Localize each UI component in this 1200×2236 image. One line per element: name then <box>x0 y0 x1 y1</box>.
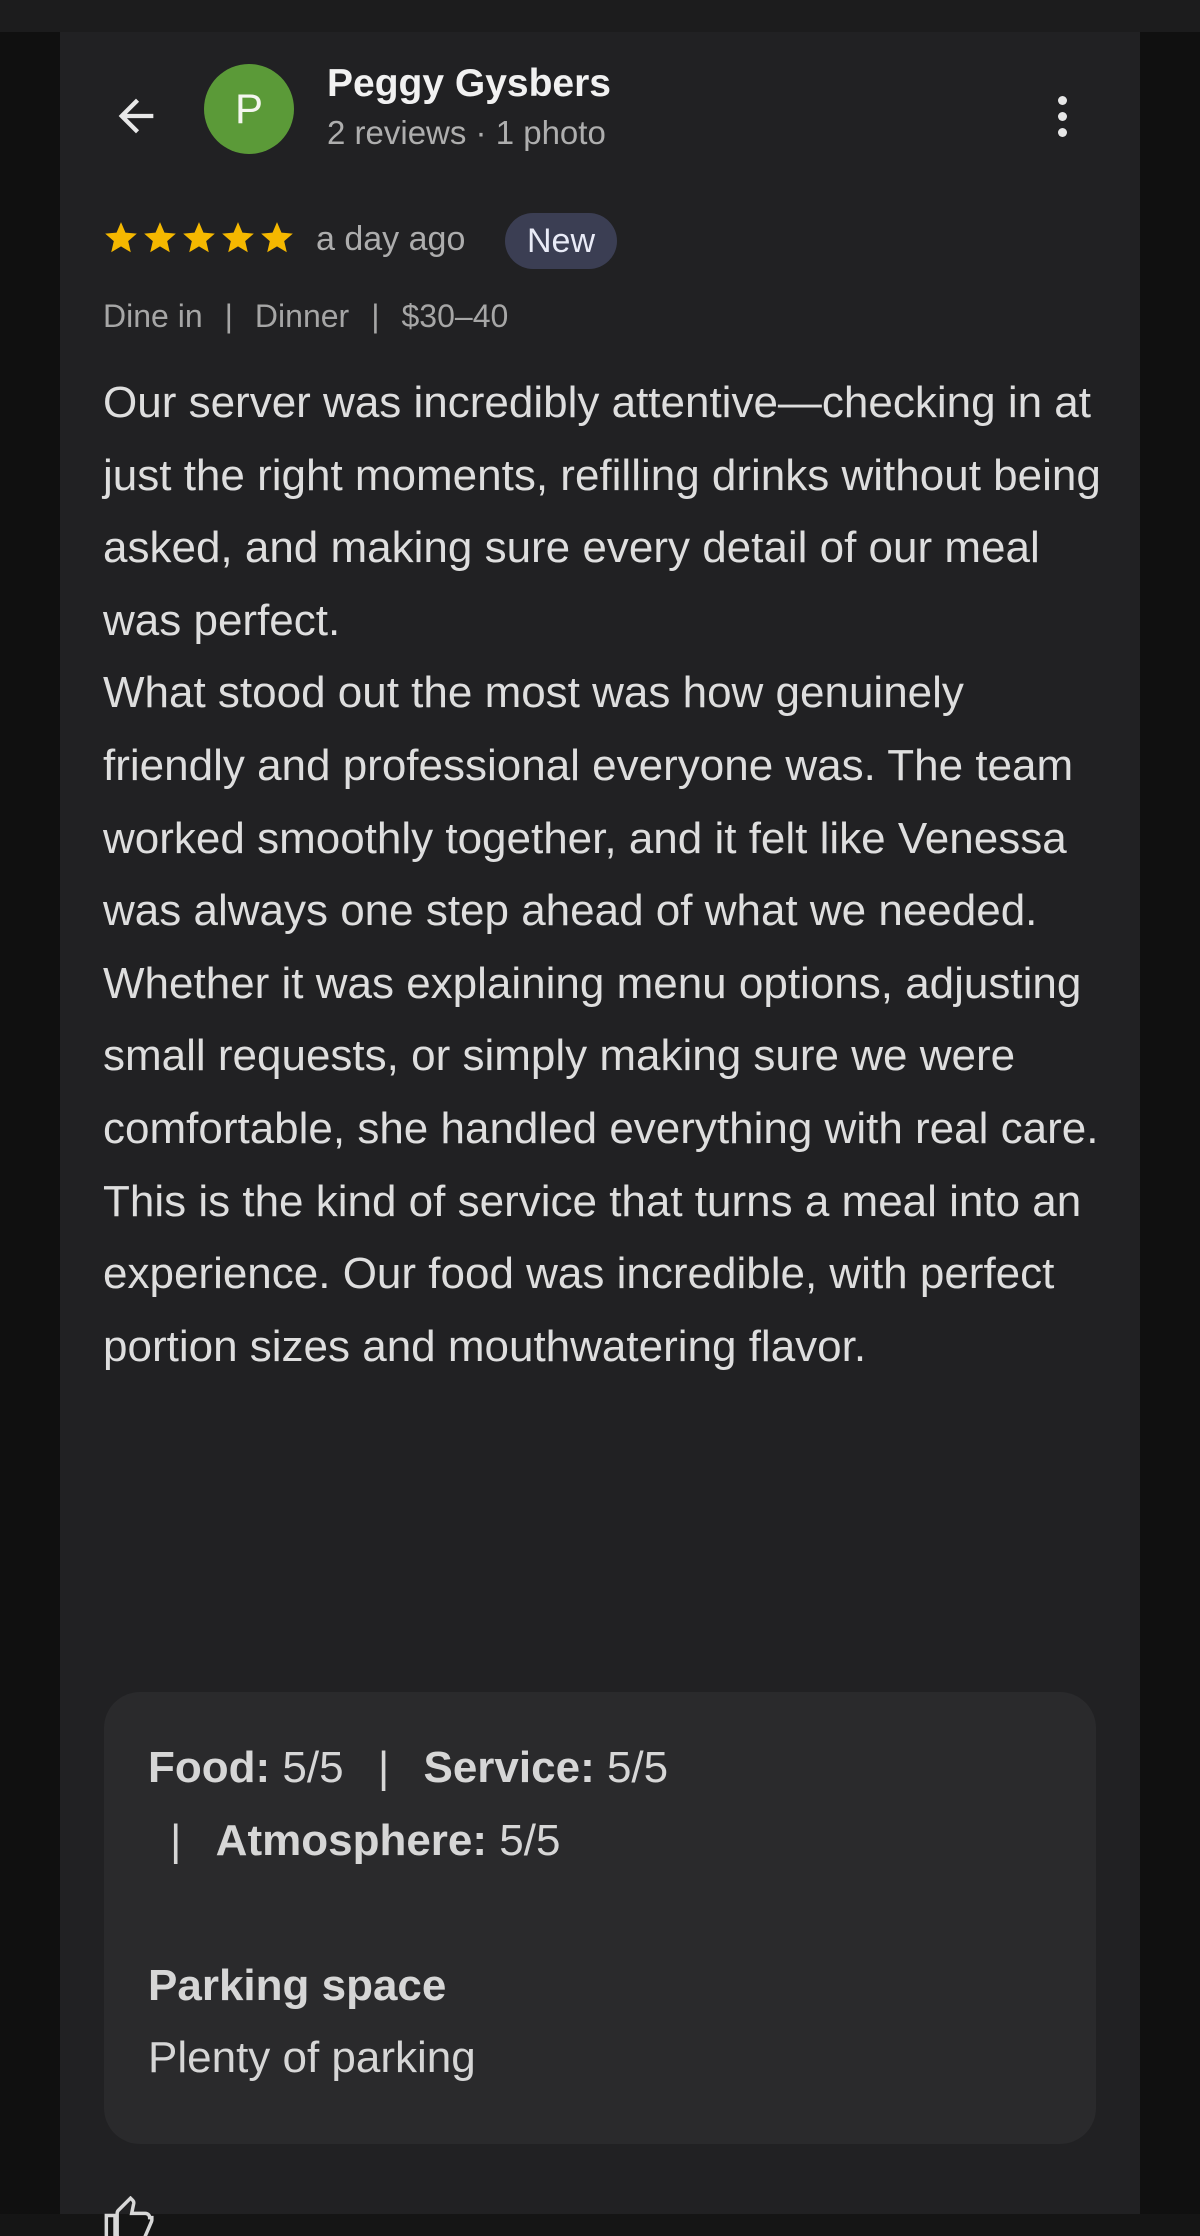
review-paragraph: Whether it was explaining menu options, … <box>103 958 1099 1153</box>
reviewer-meta: 2 reviews · 1 photo <box>327 114 606 151</box>
ratings-summary: Food: 5/5 | Service: 5/5 | Atmosphere: 5… <box>148 1732 688 1877</box>
tag-separator: | <box>224 298 233 334</box>
star-icon <box>183 222 215 253</box>
ratings-card: Food: 5/5 | Service: 5/5 | Atmosphere: 5… <box>104 1692 1096 2144</box>
arrow-left-icon <box>118 98 154 134</box>
tag-separator: | <box>371 298 380 334</box>
review-paragraph: This is the kind of service that turns a… <box>103 1176 1082 1371</box>
avatar-letter: P <box>234 85 263 132</box>
ratings-separator: | <box>377 1743 390 1792</box>
new-badge: New <box>505 213 618 269</box>
review-time: a day ago <box>316 220 466 258</box>
more-vert-icon-dot-3 <box>1057 127 1067 137</box>
status-bar-strip <box>0 0 1200 32</box>
tag-price: $30–40 <box>401 298 509 334</box>
back-button[interactable] <box>104 84 168 148</box>
review-paragraph: What stood out the most was how genuinel… <box>103 668 1074 936</box>
thumb-up-icon-svg <box>104 2196 154 2236</box>
food-label: Food: <box>148 1743 271 1792</box>
more-vert-icon <box>1057 95 1067 105</box>
service-label: Service: <box>423 1743 595 1792</box>
avatar[interactable]: P <box>204 64 294 154</box>
atmosphere-label: Atmosphere: <box>215 1815 488 1865</box>
review-paragraph: Our server was incredibly attentive—chec… <box>103 378 1101 645</box>
visit-tags: Dine in | Dinner | $30–40 <box>103 298 508 335</box>
star-icon <box>105 222 137 253</box>
review-text: Our server was incredibly attentive—chec… <box>103 367 1103 1383</box>
thumb-up-icon[interactable] <box>102 2196 154 2236</box>
service-value: 5/5 <box>606 1743 669 1792</box>
ratings-separator: | <box>170 1815 182 1865</box>
reviewer-name[interactable]: Peggy Gysbers <box>327 62 611 106</box>
star-rating <box>102 219 296 257</box>
more-vert-icon-dot-2 <box>1057 111 1067 121</box>
tag-dine-in: Dine in <box>103 298 203 334</box>
star-icon <box>222 222 254 253</box>
more-options-button[interactable] <box>1040 86 1084 146</box>
tag-meal: Dinner <box>254 298 350 334</box>
food-value: 5/5 <box>282 1743 344 1792</box>
backdrop-left <box>0 32 60 2214</box>
star-icon <box>144 222 176 253</box>
star-icon <box>261 222 293 253</box>
atmosphere-value: 5/5 <box>499 1815 561 1865</box>
parking-label: Parking space <box>148 1961 447 2010</box>
backdrop-right <box>1140 32 1200 2214</box>
new-badge-label: New <box>527 221 596 260</box>
parking-value: Plenty of parking <box>148 2033 476 2082</box>
